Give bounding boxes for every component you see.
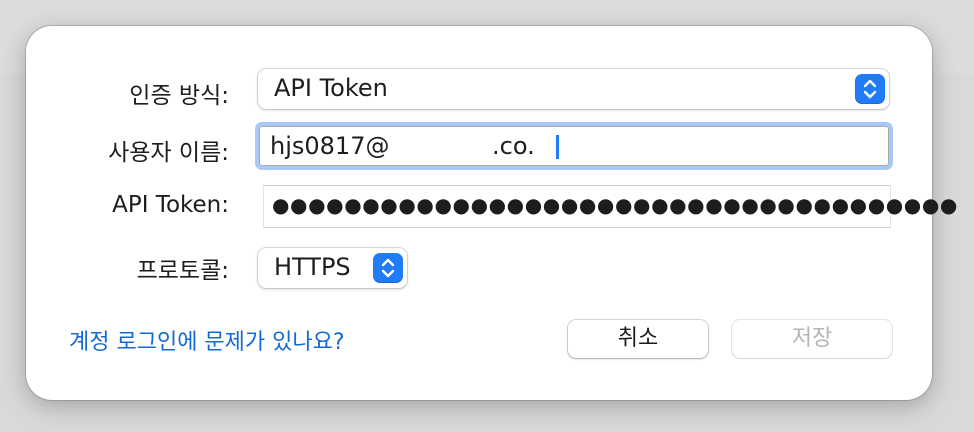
auth-method-popup[interactable]: API Token <box>258 69 889 109</box>
username-value-suffix: .co. <box>492 132 535 160</box>
auth-method-value: API Token <box>274 74 388 102</box>
chevron-up-down-icon <box>373 253 403 283</box>
protocol-label: 프로토콜: <box>136 258 229 284</box>
text-caret <box>556 135 559 159</box>
login-dialog: 인증 방식: API Token 사용자 이름: hjs0817@ .co. A… <box>26 26 957 400</box>
protocol-popup[interactable]: HTTPS <box>258 248 407 288</box>
login-help-link[interactable]: 계정 로그인에 문제가 있나요? <box>69 324 345 356</box>
cancel-button[interactable]: 취소 <box>568 320 708 358</box>
username-field[interactable]: hjs0817@ .co. <box>255 122 893 170</box>
auth-method-label: 인증 방식: <box>129 83 229 109</box>
protocol-value: HTTPS <box>274 253 351 281</box>
api-token-label: API Token: <box>112 192 229 218</box>
api-token-masked-value: ●●●●●●●●●●●●●●●●●●●●●●●●●●●●●●●●●●●●●● <box>272 193 958 217</box>
save-button[interactable]: 저장 <box>732 320 892 358</box>
redacted-region <box>394 129 482 159</box>
username-value-prefix: hjs0817@ <box>270 132 390 160</box>
chevron-up-down-icon <box>855 74 885 104</box>
api-token-field[interactable]: ●●●●●●●●●●●●●●●●●●●●●●●●●●●●●●●●●●●●●● <box>263 185 957 228</box>
username-label: 사용자 이름: <box>108 140 229 166</box>
